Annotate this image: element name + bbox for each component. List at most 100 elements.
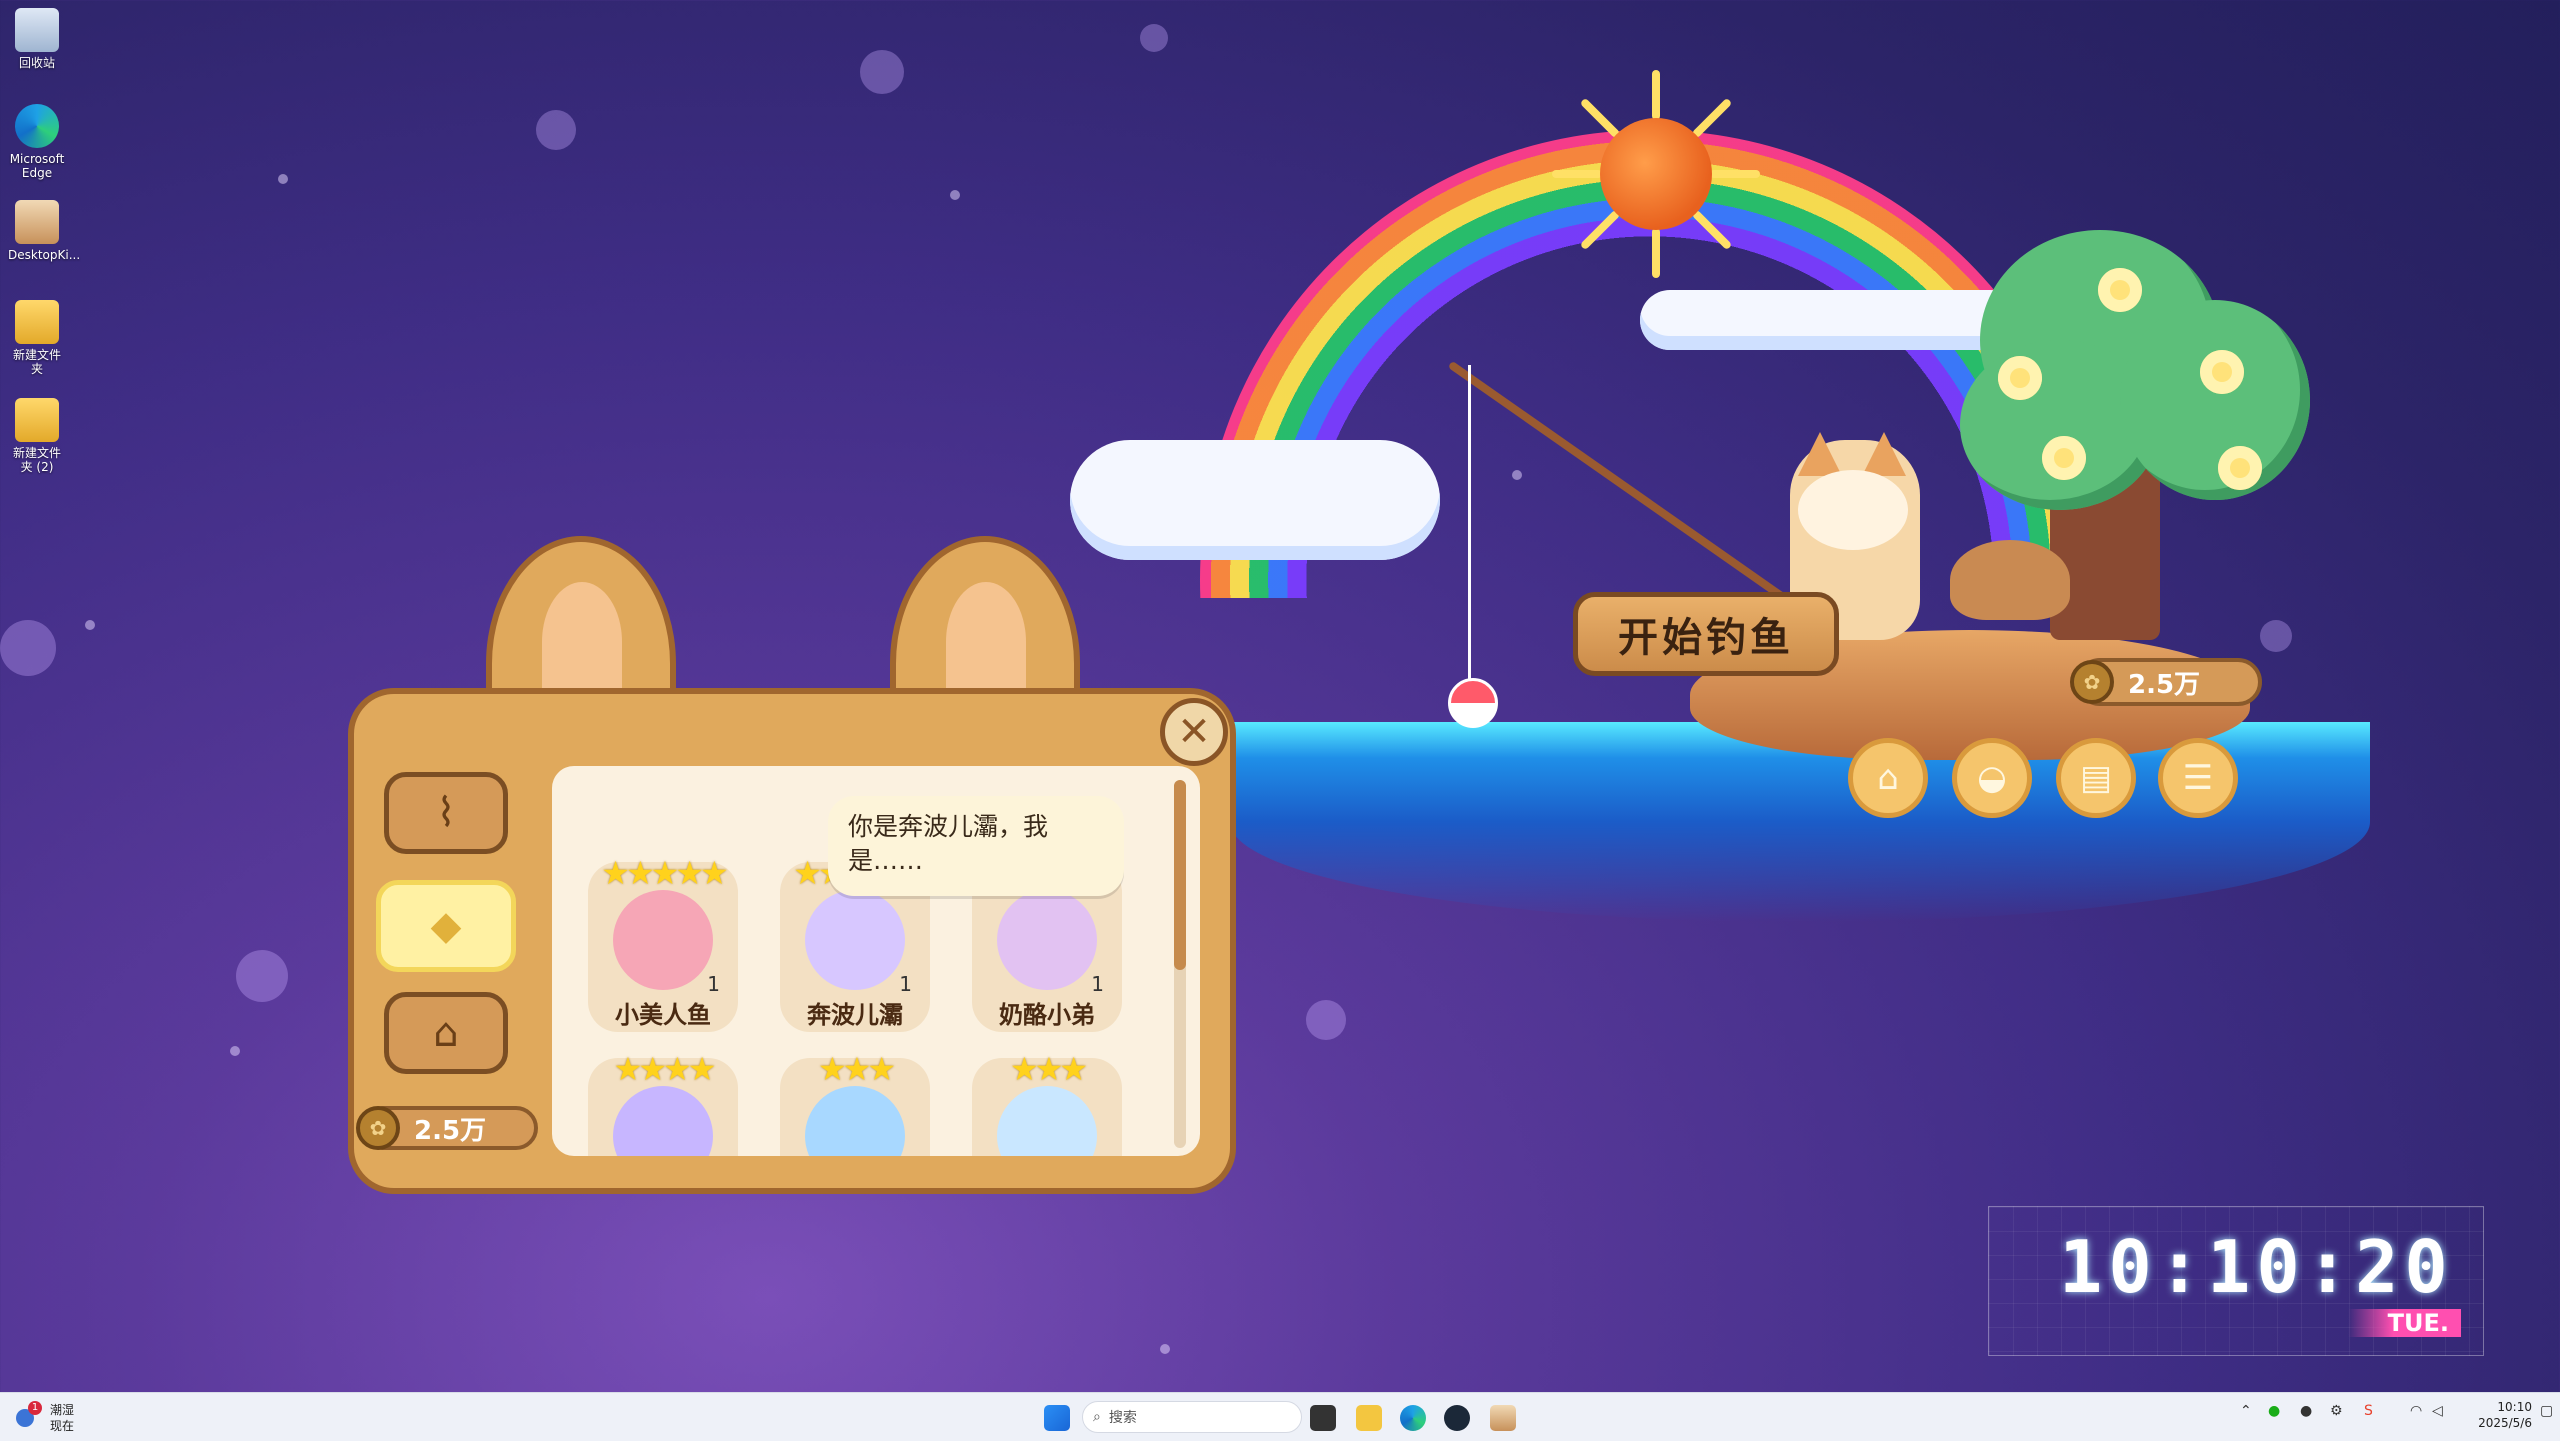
bokeh-light [0,620,56,676]
desktop-icon-new-folder[interactable]: 新建文件夹 [8,300,66,376]
fish-card[interactable]: ★★★ [972,1050,1122,1156]
start-fishing-label: 开始钓鱼 [1618,615,1794,661]
pot-icon: ◒ [1977,758,2007,798]
clock-day: TUE. [2347,1309,2461,1337]
desktop-icon-desktopkitty[interactable]: DesktopKi... [8,200,81,262]
desktop-icon-label: 新建文件夹 [12,348,61,376]
sun-ray [1710,170,1760,178]
tab-fish[interactable]: ◆ [376,880,516,972]
flower [2218,446,2262,490]
wifi-icon[interactable]: ◠ [2410,1403,2422,1419]
fish-name: 奶酪小弟 [999,1001,1095,1029]
fish-basket [1950,540,2070,620]
paw-coin-icon: ✿ [356,1106,400,1150]
close-button[interactable]: ✕ [1160,698,1228,766]
desktop-icon-new-folder-2[interactable]: 新建文件夹 (2) [8,398,66,474]
cat-face [1798,470,1908,550]
fish-count: 1 [707,972,720,996]
taskbar-clock[interactable]: 10:10 2025/5/6 [2462,1399,2532,1431]
volume-icon[interactable]: ◁ [2432,1403,2443,1419]
fish-card[interactable]: ★★★★★ 1 小美人鱼 [588,854,738,1032]
tray-chevron-icon[interactable]: ⌃ [2240,1403,2252,1419]
fish-count: 1 [899,972,912,996]
taskbar-time: 10:10 [2497,1400,2532,1414]
steam-icon[interactable] [1444,1405,1470,1431]
fishing-bobber [1448,678,1498,728]
collection-scrollbar[interactable] [1174,780,1186,1148]
qq-icon[interactable]: ● [2300,1403,2312,1419]
desktop-icon-edge[interactable]: Microsoft Edge [8,104,66,180]
clock-time: 10:10:20 [2059,1225,2454,1309]
menu-button[interactable]: ☰ [2158,738,2238,818]
cloud [1640,290,2020,350]
flower [1998,356,2042,400]
coin-amount: 2.5万 [2128,669,2201,700]
star-dot [950,190,960,200]
bokeh-light [1306,1000,1346,1040]
cloud [1070,440,1440,560]
task-view-icon[interactable] [1310,1405,1336,1431]
fish-portrait [997,1086,1097,1156]
fish-name: 奔波儿灞 [807,1001,903,1029]
close-icon: ✕ [1177,709,1211,755]
start-fishing-button[interactable]: 开始钓鱼 [1573,592,1839,676]
sun-ray [1652,70,1660,120]
star-dot [230,1046,240,1056]
bokeh-light [860,50,904,94]
cat-ear [1862,432,1906,476]
notification-badge: 1 [28,1401,42,1415]
fish-name: 小美人鱼 [615,1001,711,1029]
folder-icon [15,398,59,442]
paw-coin-icon: ✿ [2070,660,2114,704]
star-dot [278,174,288,184]
cat-app-icon[interactable] [1490,1405,1516,1431]
book-button[interactable]: ▤ [2056,738,2136,818]
recycle-bin-icon [15,8,59,52]
sogou-ime-icon[interactable]: S [2364,1403,2373,1419]
desktop-icon-label: Microsoft Edge [9,152,65,180]
desktop-icon-label: DesktopKi... [8,248,81,262]
book-icon: ▤ [2079,758,2113,798]
search-input[interactable]: ⌕ 搜索 [1082,1401,1302,1433]
rarity-stars: ★★★★ [613,1050,717,1088]
tab-shop[interactable]: ⌂ [384,992,508,1074]
flower [2200,350,2244,394]
home-icon: ⌂ [1877,758,1899,798]
fish-icon: ◆ [430,903,462,949]
fish-portrait [613,1086,713,1156]
search-icon: ⌕ [1093,1409,1101,1425]
fish-count: 1 [1091,972,1104,996]
folder-icon [15,300,59,344]
coin-amount: 2.5万 [414,1115,487,1146]
wechat-icon[interactable]: ● [2268,1403,2280,1419]
file-explorer-icon[interactable] [1356,1405,1382,1431]
desktop-icon-label: 新建文件夹 (2) [12,446,61,474]
shop-icon: ⌂ [433,1010,459,1056]
coin-counter-main: ✿ 2.5万 [2070,658,2262,706]
rarity-stars: ★★★ [1009,1050,1088,1088]
sun-ray [1552,170,1602,178]
notification-icon[interactable]: ▢ [2540,1403,2553,1419]
bokeh-light [236,950,288,1002]
tab-hooks[interactable]: ⌇ [384,772,508,854]
fish-card[interactable]: ★★★ [780,1050,930,1156]
weather-sub: 现在 [50,1419,75,1433]
search-placeholder: 搜索 [1108,1410,1137,1426]
home-button[interactable]: ⌂ [1848,738,1928,818]
rarity-stars: ★★★★★ [601,854,728,892]
weather-widget[interactable]: 1 潮湿 现在 [16,1399,96,1435]
settings-icon[interactable]: ⚙ [2330,1403,2343,1419]
cat-ear [1798,432,1842,476]
fish-card[interactable]: ★★★★ [588,1050,738,1156]
bokeh-light [536,110,576,150]
cat-app-icon [15,200,59,244]
start-icon[interactable] [1044,1405,1070,1431]
edge-icon[interactable] [1400,1405,1426,1431]
sun-ray [1691,97,1733,139]
desktop-icon-recycle-bin[interactable]: 回收站 [8,8,66,70]
scrollbar-thumb[interactable] [1174,780,1186,970]
pot-button[interactable]: ◒ [1952,738,2032,818]
edge-icon [15,104,59,148]
fish-portrait [997,890,1097,990]
coin-counter-panel: ✿ 2.5万 [356,1106,538,1150]
